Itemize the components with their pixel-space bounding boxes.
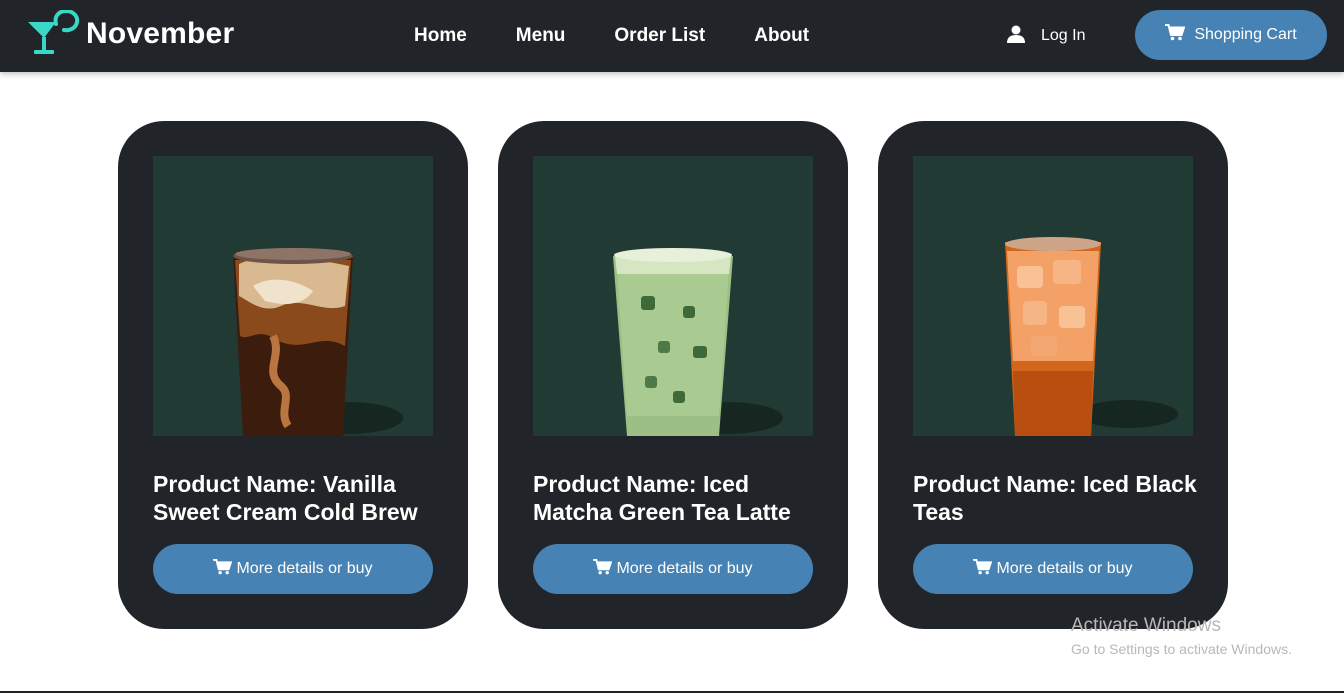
main-nav: Home Menu Order List About: [414, 0, 858, 72]
nav-link-about[interactable]: About: [754, 25, 809, 47]
vanilla-sweet-cream-cold-brew-photo: [153, 156, 433, 436]
watermark-title: Activate Windows: [1071, 615, 1221, 636]
cart-icon: [973, 558, 996, 580]
user-icon: [1006, 25, 1041, 48]
product-card: Product Name: Vanilla Sweet Cream Cold B…: [118, 121, 468, 629]
shopping-cart-label: Shopping Cart: [1194, 26, 1297, 43]
iced-black-teas-photo: [913, 156, 1193, 436]
nav-link-order-list[interactable]: Order List: [614, 25, 705, 47]
more-details-label: More details or buy: [996, 560, 1133, 577]
more-details-button[interactable]: More details or buy: [913, 544, 1193, 594]
brand-logo-link[interactable]: November: [26, 6, 234, 62]
cart-icon: [593, 558, 616, 580]
cocktail-glass-icon: [26, 10, 80, 58]
login-link[interactable]: Log In: [1006, 0, 1085, 72]
nav-link-menu[interactable]: Menu: [516, 25, 566, 47]
nav-link-home[interactable]: Home: [414, 25, 467, 47]
more-details-button[interactable]: More details or buy: [153, 544, 433, 594]
windows-activation-watermark: Activate Windows Go to Settings to activ…: [1071, 614, 1292, 660]
brand-name: November: [86, 17, 235, 50]
product-card: Product Name: Iced Matcha Green Tea Latt…: [498, 121, 848, 629]
more-details-label: More details or buy: [616, 560, 753, 577]
product-title: Product Name: Vanilla Sweet Cream Cold B…: [153, 471, 418, 525]
more-details-button[interactable]: More details or buy: [533, 544, 813, 594]
cart-icon: [1165, 24, 1194, 46]
login-label: Log In: [1041, 27, 1086, 44]
shopping-cart-button[interactable]: Shopping Cart: [1135, 10, 1327, 60]
product-card: Product Name: Iced Black Teas More detai…: [878, 121, 1228, 629]
watermark-subtitle: Go to Settings to activate Windows.: [1071, 641, 1292, 657]
product-title: Product Name: Iced Black Teas: [913, 471, 1197, 525]
product-title: Product Name: Iced Matcha Green Tea Latt…: [533, 471, 791, 525]
more-details-label: More details or buy: [236, 560, 373, 577]
navbar: November Home Menu Order List About Log …: [0, 0, 1344, 72]
iced-matcha-green-tea-latte-photo: [533, 156, 813, 436]
cart-icon: [213, 558, 236, 580]
